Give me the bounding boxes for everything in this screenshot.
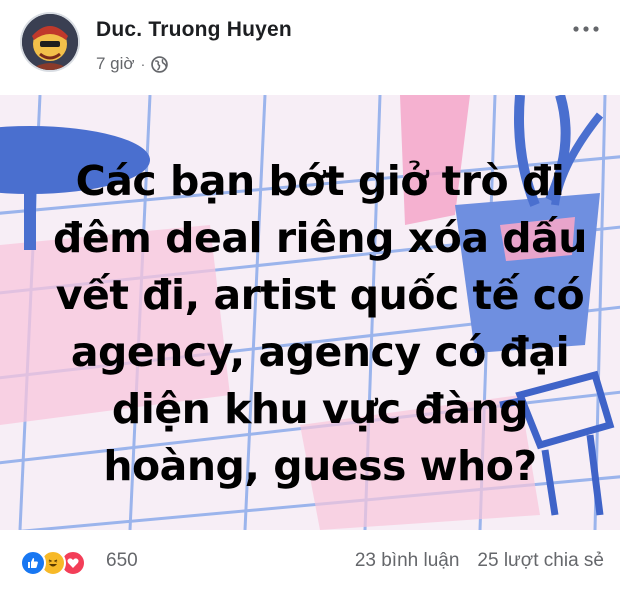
share-count[interactable]: 25 lượt chia sẻ	[477, 550, 604, 572]
like-icon	[20, 550, 46, 576]
post-text: Các bạn bớt giở trò đi đêm deal riêng xó…	[53, 157, 587, 490]
post-stats: 23 bình luận 25 lượt chia sẻ	[355, 550, 604, 572]
author-name[interactable]: Duc. Truong Huyen	[96, 18, 292, 42]
reaction-icons[interactable]	[20, 550, 86, 576]
globe-icon[interactable]	[151, 55, 169, 73]
post-footer: 650 23 bình luận 25 lượt chia sẻ	[0, 530, 620, 596]
post-header: Duc. Truong Huyen 7 giờ ·	[0, 0, 620, 90]
facebook-post: Duc. Truong Huyen 7 giờ · Các bạn bớt gi…	[0, 0, 620, 596]
avatar[interactable]	[22, 14, 78, 70]
avatar-image	[22, 14, 78, 70]
comment-count[interactable]: 23 bình luận	[355, 550, 460, 572]
more-options-icon[interactable]	[572, 18, 600, 38]
meta-separator: ·	[140, 56, 146, 72]
post-meta: 7 giờ ·	[96, 54, 169, 74]
post-image[interactable]: Các bạn bớt giở trò đi đêm deal riêng xó…	[0, 95, 620, 530]
reaction-count[interactable]: 650	[106, 550, 138, 572]
post-time[interactable]: 7 giờ	[96, 54, 135, 74]
